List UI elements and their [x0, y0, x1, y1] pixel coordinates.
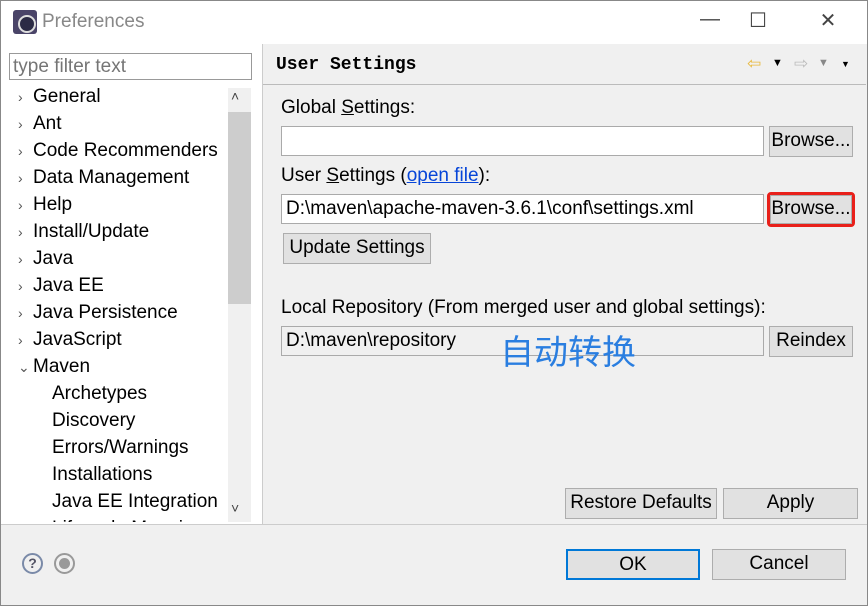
- preference-tree: › General › Ant › Code Recommenders › Data Mana…: [0, 86, 228, 522]
- update-settings-button[interactable]: Update Settings: [283, 233, 431, 264]
- chevron-right-icon[interactable]: ›: [18, 251, 33, 267]
- cancel-button[interactable]: Cancel: [712, 549, 846, 580]
- tree-item[interactable]: Java EE Integration: [52, 491, 218, 518]
- tree-item-label: Data Management: [33, 167, 190, 188]
- scroll-down-icon[interactable]: ˅: [231, 500, 239, 516]
- tree-item-label: Errors/Warnings: [52, 437, 189, 458]
- chevron-right-icon[interactable]: ›: [18, 305, 33, 321]
- scrollbar-thumb[interactable]: [228, 112, 251, 304]
- tree-item[interactable]: › Code Recommenders: [18, 140, 218, 167]
- restore-defaults-button[interactable]: Restore Defaults: [565, 488, 717, 519]
- chevron-right-icon[interactable]: ›: [18, 89, 33, 105]
- chevron-down-icon[interactable]: ⌄: [18, 359, 33, 376]
- chevron-right-icon[interactable]: ›: [18, 116, 33, 132]
- back-arrow-icon[interactable]: ⇦: [747, 54, 761, 74]
- open-file-link[interactable]: open file: [407, 165, 479, 186]
- help-icon[interactable]: ?: [22, 553, 43, 574]
- scroll-up-icon[interactable]: ˄: [231, 88, 239, 104]
- eclipse-app-icon: [13, 10, 37, 34]
- global-browse-button[interactable]: Browse...: [769, 126, 853, 157]
- tree-item[interactable]: › Java: [18, 248, 73, 275]
- global-settings-input[interactable]: [281, 126, 764, 156]
- tree-item-label: Java EE: [33, 275, 104, 296]
- tree-item[interactable]: › General: [18, 86, 101, 113]
- forward-menu-icon[interactable]: ▼: [818, 57, 829, 69]
- chevron-right-icon[interactable]: ›: [18, 278, 33, 294]
- tree-item[interactable]: Discovery: [52, 410, 135, 437]
- tree-item-label: Install/Update: [33, 221, 150, 242]
- tree-item-label: Archetypes: [52, 383, 148, 404]
- back-menu-icon[interactable]: ▼: [772, 57, 783, 69]
- apply-button[interactable]: Apply: [723, 488, 858, 519]
- maximize-button[interactable]: ☐: [738, 8, 778, 38]
- reindex-button[interactable]: Reindex: [769, 326, 853, 357]
- tree-item-label: Java EE Integration: [52, 491, 218, 512]
- filter-input[interactable]: [9, 53, 252, 80]
- overlay-annotation: 自动转换: [500, 334, 636, 372]
- header-separator: [263, 84, 866, 85]
- minimize-button[interactable]: —: [690, 8, 730, 38]
- user-settings-label: User Settings (open file):: [281, 165, 491, 186]
- chevron-right-icon[interactable]: ›: [18, 197, 33, 213]
- close-button[interactable]: ✕: [808, 8, 848, 38]
- local-repository-label: Local Repository (From merged user and g…: [281, 297, 766, 318]
- chevron-right-icon[interactable]: ›: [18, 332, 33, 348]
- user-settings-input[interactable]: D:\maven\apache-maven-3.6.1\conf\setting…: [281, 194, 764, 224]
- tree-item[interactable]: Errors/Warnings: [52, 437, 189, 464]
- forward-arrow-icon[interactable]: ⇨: [794, 54, 808, 74]
- tree-item-label: Java: [33, 248, 74, 269]
- tree-item-label: Java Persistence: [33, 302, 178, 323]
- tree-item-label: Ant: [33, 113, 62, 134]
- tree-item-label: Lifecycle Mappings: [52, 518, 214, 522]
- global-settings-label: Global Settings:: [281, 97, 416, 118]
- tree-item[interactable]: Archetypes: [52, 383, 147, 410]
- tree-item[interactable]: › JavaScript: [18, 329, 122, 356]
- page-title: User Settings: [276, 55, 417, 75]
- tree-item-label: Code Recommenders: [33, 140, 218, 161]
- tree-item[interactable]: ⌄ Maven: [18, 356, 90, 383]
- tree-item[interactable]: › Java EE: [18, 275, 104, 302]
- tree-item-label: JavaScript: [33, 329, 122, 350]
- tree-item[interactable]: Lifecycle Mappings: [52, 518, 214, 522]
- tree-item-label: Help: [33, 194, 73, 215]
- ok-button[interactable]: OK: [566, 549, 700, 580]
- window-title: Preferences: [42, 11, 145, 32]
- tree-item[interactable]: › Data Management: [18, 167, 189, 194]
- tree-item[interactable]: › Java Persistence: [18, 302, 178, 329]
- tree-item-label: Discovery: [52, 410, 136, 431]
- record-macro-icon[interactable]: [54, 553, 75, 574]
- chevron-right-icon[interactable]: ›: [18, 170, 33, 186]
- tree-item[interactable]: › Ant: [18, 113, 62, 140]
- user-browse-button[interactable]: Browse...: [770, 195, 852, 224]
- chevron-right-icon[interactable]: ›: [18, 143, 33, 159]
- tree-item[interactable]: Installations: [52, 464, 152, 491]
- view-menu-icon[interactable]: ▼: [841, 59, 850, 69]
- tree-item-label: Installations: [52, 464, 153, 485]
- tree-item[interactable]: › Install/Update: [18, 221, 149, 248]
- tree-item-label: Maven: [33, 356, 91, 377]
- tree-item[interactable]: › Help: [18, 194, 72, 221]
- chevron-right-icon[interactable]: ›: [18, 224, 33, 240]
- tree-item-label: General: [33, 86, 101, 107]
